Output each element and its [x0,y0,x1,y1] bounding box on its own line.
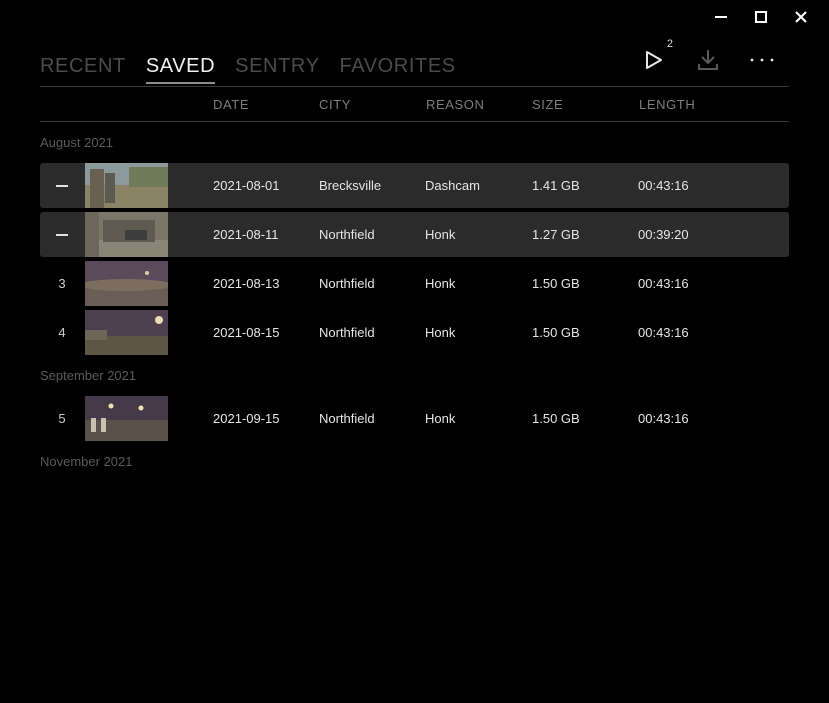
clip-size: 1.50 GB [532,276,580,291]
column-length[interactable]: LENGTH [639,97,695,112]
clip-date: 2021-08-01 [213,178,280,193]
clip-city: Northfield [319,411,375,426]
toolbar: 2 [627,38,789,80]
clip-row[interactable]: 4 2021-08-15 Northfield Honk 1.50 GB 00:… [40,310,789,355]
clip-reason: Honk [425,227,456,242]
clip-date: 2021-08-13 [213,276,280,291]
clip-city: Northfield [319,276,375,291]
play-count-badge: 2 [666,38,673,50]
clip-thumbnail [85,261,168,306]
clip-length: 00:43:16 [638,325,689,340]
clip-row[interactable]: 3 2021-08-13 Northfield Honk 1.50 GB 00:… [40,261,789,306]
clip-length: 00:43:16 [638,178,689,193]
dash-icon [56,233,68,236]
column-header: DATE CITY REASON SIZE LENGTH [0,97,829,113]
month-label: November 2021 [40,454,133,469]
maximize-icon [755,11,767,23]
minimize-button[interactable] [701,6,741,28]
column-size[interactable]: SIZE [532,97,563,112]
clip-length: 00:39:20 [638,227,689,242]
clip-thumbnail [85,163,168,208]
maximize-button[interactable] [741,6,781,28]
clip-index: 4 [58,325,66,340]
clip-size: 1.41 GB [532,178,580,193]
clip-size: 1.50 GB [532,325,580,340]
clip-reason: Honk [425,411,456,426]
clip-date: 2021-08-15 [213,325,280,340]
more-icon [750,58,774,62]
clip-length: 00:43:16 [638,411,689,426]
clip-row[interactable]: 2021-08-11 Northfield Honk 1.27 GB 00:39… [40,212,789,257]
column-city[interactable]: CITY [319,97,351,112]
selected-marker[interactable] [54,212,70,257]
clip-city: Northfield [319,227,375,242]
month-label: August 2021 [40,135,114,150]
dash-icon [56,184,68,187]
clip-size: 1.50 GB [532,411,580,426]
header-divider-bottom [40,121,789,122]
month-label: September 2021 [40,368,137,383]
close-button[interactable] [781,6,821,28]
clip-row[interactable]: 2021-08-01 Brecksville Dashcam 1.41 GB 0… [40,163,789,208]
header-divider-top [40,86,789,87]
download-button[interactable] [681,40,735,80]
clip-date: 2021-09-15 [213,411,280,426]
selected-marker[interactable] [54,163,70,208]
more-button[interactable] [735,40,789,80]
window-controls [701,6,821,28]
column-date[interactable]: DATE [213,97,249,112]
column-reason[interactable]: REASON [426,97,485,112]
download-icon [698,50,718,70]
close-icon [795,11,807,23]
clip-size: 1.27 GB [532,227,580,242]
minimize-icon [715,16,727,18]
clip-thumbnail [85,310,168,355]
clip-length: 00:43:16 [638,276,689,291]
clip-index: 5 [58,411,66,426]
clip-date: 2021-08-11 [213,227,279,242]
tab-recent[interactable]: RECENT [40,54,126,84]
clip-city: Northfield [319,325,375,340]
play-icon [646,51,662,69]
clip-index: 3 [58,276,66,291]
tab-saved[interactable]: SAVED [145,54,216,84]
clip-reason: Dashcam [425,178,480,193]
play-button[interactable]: 2 [627,38,681,80]
tab-favorites[interactable]: FAVORITES [340,54,456,84]
clip-row[interactable]: 5 2021-09-15 Northfield Honk 1.50 GB 00:… [40,396,789,441]
clip-reason: Honk [425,276,456,291]
clip-city: Brecksville [319,178,382,193]
clip-thumbnail [85,212,168,257]
tab-sentry[interactable]: SENTRY [235,54,319,84]
tab-bar: RECENT SAVED SENTRY FAVORITES [40,54,476,84]
clip-reason: Honk [425,325,456,340]
clip-thumbnail [85,396,168,441]
